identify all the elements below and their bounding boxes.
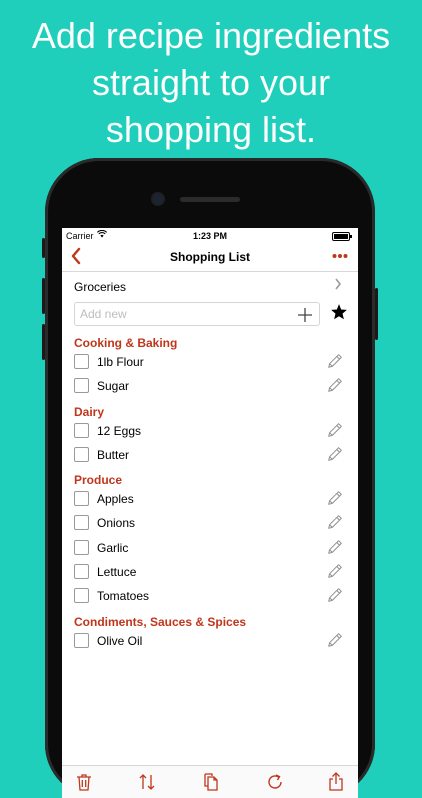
section-title: Cooking & Baking: [74, 336, 178, 350]
chevron-right-icon: [334, 277, 342, 294]
list-item[interactable]: Lettuce: [62, 560, 358, 584]
item-label: 12 Eggs: [97, 423, 142, 438]
phone-frame: Carrier 1:23 PM Shopping List Groceries: [42, 158, 378, 798]
item-checkbox[interactable]: [74, 588, 89, 604]
pencil-icon[interactable]: [326, 489, 344, 507]
promo-headline-line-2: straight to your: [91, 62, 331, 103]
pencil-icon[interactable]: [326, 376, 344, 394]
item-checkbox[interactable]: [74, 632, 89, 648]
list-item[interactable]: Tomatoes: [62, 584, 358, 608]
list-item[interactable]: Onions: [62, 511, 358, 535]
share-icon[interactable]: [326, 772, 346, 792]
pencil-icon[interactable]: [326, 421, 344, 439]
item-label: Garlic: [97, 540, 129, 555]
section-header: Dairy: [62, 399, 358, 419]
earpiece-speaker: [180, 197, 240, 202]
status-bar: Carrier 1:23 PM: [62, 228, 358, 244]
battery-icon: [332, 232, 352, 241]
item-checkbox[interactable]: [74, 515, 89, 531]
pencil-icon[interactable]: [326, 631, 344, 649]
list-item[interactable]: Olive Oil: [62, 629, 358, 653]
item-label: Butter: [97, 447, 130, 462]
refresh-icon[interactable]: [265, 772, 285, 792]
list-item[interactable]: 1lb Flour: [62, 350, 358, 374]
pencil-icon[interactable]: [326, 352, 344, 370]
list-item[interactable]: Apples: [62, 487, 358, 511]
section-title: Condiments, Sauces & Spices: [74, 614, 247, 629]
page-title: Shopping List: [170, 250, 250, 264]
promo-headline-line-1: Add recipe ingredients: [31, 15, 391, 56]
app-screen: Carrier 1:23 PM Shopping List Groceries: [62, 228, 358, 798]
item-label: Tomatoes: [97, 589, 150, 604]
item-label: Onions: [97, 516, 136, 531]
add-item-row: [62, 300, 358, 330]
item-checkbox[interactable]: [74, 446, 89, 462]
item-label: Apples: [97, 492, 134, 507]
add-item-input[interactable]: [75, 303, 290, 325]
section-title: Produce: [74, 473, 123, 488]
more-icon[interactable]: [332, 244, 348, 269]
phone-volume-up: [42, 278, 45, 314]
section-header: Cooking & Baking: [62, 330, 358, 350]
promo-headline: Add recipe ingredients straight to your …: [0, 12, 422, 153]
pencil-icon[interactable]: [326, 538, 344, 556]
plus-icon[interactable]: [297, 302, 313, 324]
item-label: Olive Oil: [97, 633, 143, 648]
item-checkbox[interactable]: [74, 564, 89, 580]
status-time: 1:23 PM: [192, 231, 227, 241]
add-item-box: [74, 302, 320, 326]
pencil-icon[interactable]: [326, 513, 344, 531]
item-checkbox[interactable]: [74, 539, 89, 555]
list-item[interactable]: Sugar: [62, 374, 358, 398]
item-label: Sugar: [97, 379, 130, 394]
phone-power-button: [375, 288, 378, 340]
item-checkbox[interactable]: [74, 378, 89, 394]
navigation-bar: Shopping List: [62, 244, 358, 272]
bottom-toolbar: [62, 765, 358, 798]
front-camera-icon: [153, 194, 163, 204]
phone-volume-down: [42, 324, 45, 360]
list-item[interactable]: Butter: [62, 443, 358, 467]
pencil-icon[interactable]: [326, 562, 344, 580]
shopping-sections: Cooking & Baking 1lb Flour Sugar Dairy 12 Eg…: [62, 330, 358, 653]
list-item[interactable]: Garlic: [62, 536, 358, 560]
section-title: Dairy: [74, 404, 105, 419]
item-checkbox[interactable]: [74, 354, 89, 369]
section-header: Produce: [62, 467, 358, 487]
promo-headline-line-3: shopping list.: [105, 109, 317, 150]
item-label: Lettuce: [97, 565, 137, 580]
star-icon[interactable]: [330, 303, 348, 326]
item-checkbox[interactable]: [74, 491, 89, 507]
trash-icon[interactable]: [74, 772, 94, 792]
list-selector[interactable]: Groceries: [62, 272, 358, 300]
item-checkbox[interactable]: [74, 422, 89, 438]
list-item[interactable]: 12 Eggs: [62, 419, 358, 443]
item-label: 1lb Flour: [97, 355, 144, 369]
list-name: Groceries: [74, 280, 127, 294]
sort-icon[interactable]: [137, 772, 157, 792]
section-header: Condiments, Sauces & Spices: [62, 609, 358, 629]
phone-mute-switch: [42, 238, 45, 258]
pencil-icon[interactable]: [326, 445, 344, 463]
copy-icon[interactable]: [201, 772, 221, 792]
pencil-icon[interactable]: [326, 586, 344, 604]
